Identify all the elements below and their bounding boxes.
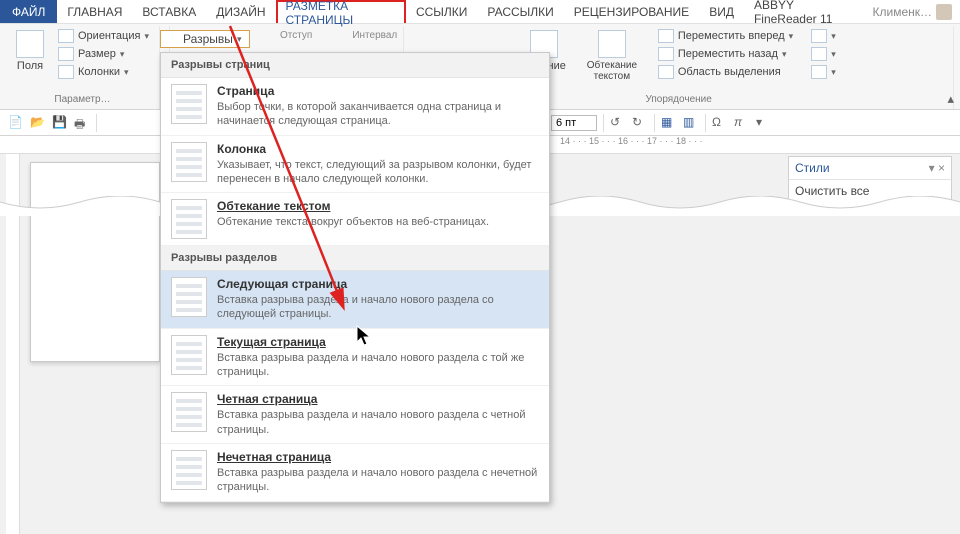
break-even-page[interactable]: Четная страница Вставка разрыва раздела … bbox=[161, 386, 549, 444]
breaks-dropdown: Разрывы страниц Страница Выбор точки, в … bbox=[160, 52, 550, 503]
break-page-icon bbox=[171, 84, 207, 124]
break-even-page-icon bbox=[171, 392, 207, 432]
qat-icon[interactable]: 📄 bbox=[8, 115, 24, 131]
user-name-label: Клименк… bbox=[873, 5, 933, 19]
group-button[interactable] bbox=[807, 46, 840, 62]
send-backward-icon bbox=[658, 47, 674, 61]
dropdown-section-page-breaks: Разрывы страниц bbox=[161, 53, 549, 78]
break-continuous[interactable]: Текущая страница Вставка разрыва раздела… bbox=[161, 329, 549, 387]
qat-icon[interactable]: ↻ bbox=[632, 115, 648, 131]
qat-icon[interactable]: 🖶 bbox=[74, 115, 90, 131]
tab-insert[interactable]: ВСТАВКА bbox=[132, 0, 206, 23]
tab-mailings[interactable]: РАССЫЛКИ bbox=[477, 0, 563, 23]
group-page-setup: Поля Ориентация Размер Колонки Параметр… bbox=[6, 26, 160, 109]
document-page[interactable] bbox=[30, 162, 160, 362]
tab-design[interactable]: ДИЗАЙН bbox=[206, 0, 275, 23]
wrap-text-button[interactable]: Обтекание текстом bbox=[580, 28, 644, 84]
columns-icon bbox=[58, 65, 74, 79]
menu-tabs: ФАЙЛ ГЛАВНАЯ ВСТАВКА ДИЗАЙН РАЗМЕТКА СТР… bbox=[0, 0, 960, 24]
break-column[interactable]: Колонка Указывает, что текст, следующий … bbox=[161, 136, 549, 194]
qat-icon[interactable]: ↺ bbox=[610, 115, 626, 131]
indent-label: Отступ bbox=[280, 30, 312, 41]
tab-page-layout[interactable]: РАЗМЕТКА СТРАНИЦЫ bbox=[276, 0, 406, 23]
margins-button[interactable]: Поля bbox=[12, 28, 48, 74]
group-arrange-label: Упорядочение bbox=[645, 92, 711, 109]
spacing-label: Интервал bbox=[352, 30, 397, 41]
qat-icon[interactable]: 💾 bbox=[52, 115, 68, 131]
tab-review[interactable]: РЕЦЕНЗИРОВАНИЕ bbox=[564, 0, 699, 23]
align-button[interactable] bbox=[807, 28, 840, 44]
orientation-button[interactable]: Ориентация bbox=[54, 28, 153, 44]
break-page[interactable]: Страница Выбор точки, в которой заканчив… bbox=[161, 78, 549, 136]
wrap-text-icon bbox=[598, 30, 626, 58]
send-backward-button[interactable]: Переместить назад bbox=[654, 46, 797, 62]
qat-icon[interactable]: ▦ bbox=[661, 115, 677, 131]
tab-view[interactable]: ВИД bbox=[699, 0, 744, 23]
size-button[interactable]: Размер bbox=[54, 46, 153, 62]
size-icon bbox=[58, 47, 74, 61]
tab-references[interactable]: ССЫЛКИ bbox=[406, 0, 477, 23]
styles-close-icon[interactable]: ▾ × bbox=[929, 161, 945, 175]
break-text-wrapping[interactable]: Обтекание текстом Обтекание текста вокру… bbox=[161, 193, 549, 246]
group-icon bbox=[811, 47, 827, 61]
break-text-wrapping-icon bbox=[171, 199, 207, 239]
group-page-setup-label: Параметр… bbox=[54, 92, 110, 109]
bring-forward-icon bbox=[658, 29, 674, 43]
selection-pane-button[interactable]: Область выделения bbox=[654, 64, 797, 80]
break-next-page-icon bbox=[171, 277, 207, 317]
break-next-page[interactable]: Следующая страница Вставка разрыва разде… bbox=[161, 271, 549, 329]
qat-icon[interactable]: π bbox=[734, 115, 750, 131]
qat-icon[interactable]: 📂 bbox=[30, 115, 46, 131]
ribbon-collapse-icon[interactable]: ▴ bbox=[947, 91, 954, 107]
rotate-button[interactable] bbox=[807, 64, 840, 80]
margins-label: Поля bbox=[17, 60, 43, 72]
break-column-icon bbox=[171, 142, 207, 182]
user-account[interactable]: Клименк… bbox=[865, 0, 960, 23]
align-icon bbox=[811, 29, 827, 43]
tab-abbyy[interactable]: ABBYY FineReader 11 bbox=[744, 0, 865, 23]
selection-pane-icon bbox=[658, 65, 674, 79]
tab-home[interactable]: ГЛАВНАЯ bbox=[57, 0, 132, 23]
break-odd-page-icon bbox=[171, 450, 207, 490]
rotate-icon bbox=[811, 65, 827, 79]
styles-title: Стили bbox=[795, 161, 830, 175]
columns-button[interactable]: Колонки bbox=[54, 64, 153, 80]
break-continuous-icon bbox=[171, 335, 207, 375]
tab-file[interactable]: ФАЙЛ bbox=[0, 0, 57, 23]
margins-icon bbox=[16, 30, 44, 58]
dropdown-section-section-breaks: Разрывы разделов bbox=[161, 246, 549, 271]
qat-icon[interactable]: ▾ bbox=[756, 115, 772, 131]
bring-forward-button[interactable]: Переместить вперед bbox=[654, 28, 797, 44]
orientation-icon bbox=[58, 29, 74, 43]
qat-icon[interactable]: Ω bbox=[712, 115, 728, 131]
break-odd-page[interactable]: Нечетная страница Вставка разрыва раздел… bbox=[161, 444, 549, 502]
qat-icon[interactable]: ▥ bbox=[683, 115, 699, 131]
avatar-icon bbox=[936, 4, 952, 20]
spacing-spinner[interactable] bbox=[551, 115, 597, 131]
